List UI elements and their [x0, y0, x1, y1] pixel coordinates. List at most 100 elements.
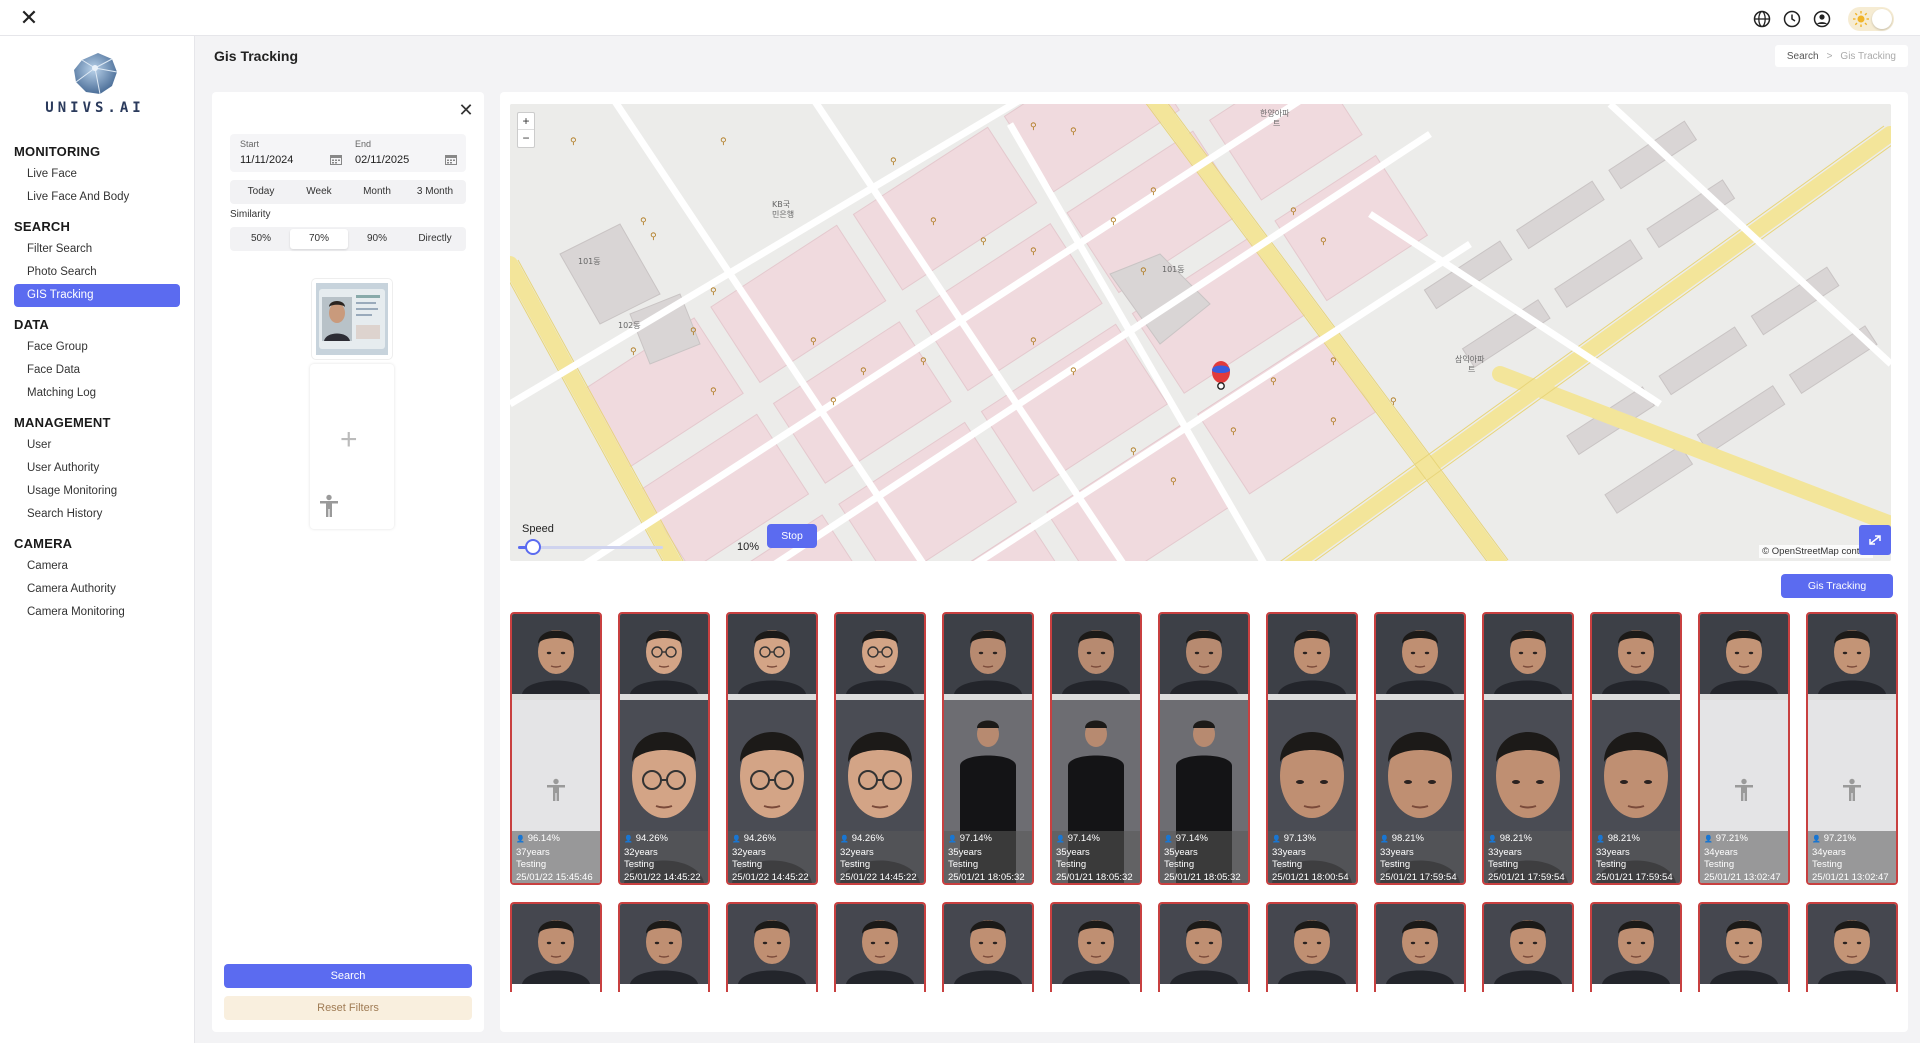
result-card[interactable]: 97.21%34yearsTesting25/01/21 13:02:47	[1806, 612, 1898, 885]
result-card[interactable]	[1482, 902, 1574, 992]
group-name: Testing	[1164, 859, 1195, 870]
sidebar-item-gis-tracking[interactable]: GIS Tracking	[14, 284, 180, 307]
sidebar-item-camera-authority[interactable]: Camera Authority	[14, 578, 180, 601]
similarity-option-50[interactable]: 50%	[232, 229, 290, 249]
result-info: 94.26%32yearsTesting25/01/22 14:45:22	[836, 831, 924, 883]
result-info: 96.14%37yearsTesting25/01/22 15:45:46	[512, 831, 600, 883]
result-card[interactable]	[1806, 902, 1898, 992]
query-photo-thumbnail[interactable]	[312, 279, 392, 359]
result-card[interactable]	[834, 902, 926, 992]
result-card[interactable]: 97.21%34yearsTesting25/01/21 13:02:47	[1698, 612, 1790, 885]
sidebar: UNIVS.AI MONITORING Live Face Live Face An…	[0, 36, 195, 1043]
search-button[interactable]: Search	[224, 964, 472, 988]
end-date-field[interactable]: End 02/11/2025	[345, 134, 466, 172]
close-icon[interactable]: ✕	[458, 101, 474, 119]
svg-text:⚲: ⚲	[1330, 357, 1337, 367]
sidebar-item-live-face[interactable]: Live Face	[14, 163, 180, 186]
close-icon[interactable]: ✕	[18, 7, 40, 29]
gis-tracking-button[interactable]: Gis Tracking	[1781, 574, 1893, 598]
top-bar-icons	[1752, 7, 1894, 31]
result-card[interactable]	[1698, 902, 1790, 992]
similarity-option-directly[interactable]: Directly	[406, 229, 464, 249]
sidebar-item-user-authority[interactable]: User Authority	[14, 457, 180, 480]
result-card[interactable]	[942, 902, 1034, 992]
result-card[interactable]: 98.21%33yearsTesting25/01/21 17:59:54	[1374, 612, 1466, 885]
start-date-value: 11/11/2024	[240, 154, 294, 166]
result-card[interactable]: 97.14%35yearsTesting25/01/21 18:05:32	[942, 612, 1034, 885]
logo-icon	[74, 53, 118, 95]
svg-text:⚲: ⚲	[630, 347, 637, 357]
stop-button[interactable]: Stop	[767, 524, 817, 548]
result-card[interactable]: 94.26%32yearsTesting25/01/22 14:45:22	[834, 612, 926, 885]
sidebar-item-live-face-and-body[interactable]: Live Face And Body	[14, 186, 180, 209]
svg-text:트: 트	[1273, 119, 1280, 128]
page-title: Gis Tracking	[214, 48, 299, 64]
end-date-label: End	[355, 139, 372, 149]
map-view[interactable]: ⚲ ⚲ ⚲ ⚲ ⚲ ⚲ ⚲ ⚲ ⚲ ⚲ ⚲ ⚲ ⚲ ⚲ ⚲ ⚲ ⚲ ⚲ ⚲ ⚲ ⚲ ⚲ ⚲ ⚲ ⚲ ⚲ ⚲ ⚲ ⚲ ⚲ ⚲ ⚲ …	[510, 104, 1891, 561]
result-card[interactable]	[1050, 902, 1142, 992]
reset-filters-button[interactable]: Reset Filters	[224, 996, 472, 1020]
result-card[interactable]	[1590, 902, 1682, 992]
range-option-3month[interactable]: 3 Month	[406, 182, 464, 202]
location-pin-icon[interactable]	[1209, 360, 1233, 390]
result-card[interactable]	[1266, 902, 1358, 992]
svg-text:⚲: ⚲	[860, 367, 867, 377]
result-card[interactable]: 97.14%35yearsTesting25/01/21 18:05:32	[1050, 612, 1142, 885]
similarity-score: 97.14%	[1164, 833, 1248, 847]
result-card[interactable]: 94.26%32yearsTesting25/01/22 14:45:22	[618, 612, 710, 885]
sidebar-item-face-group[interactable]: Face Group	[14, 336, 180, 359]
face-crop	[1808, 904, 1896, 984]
similarity-option-90[interactable]: 90%	[348, 229, 406, 249]
sidebar-item-search-history[interactable]: Search History	[14, 503, 180, 526]
range-option-today[interactable]: Today	[232, 182, 290, 202]
theme-toggle[interactable]	[1848, 7, 1894, 31]
plus-icon[interactable]: +	[340, 425, 358, 455]
group-name: Testing	[1596, 859, 1627, 870]
age-estimate: 34years	[1812, 846, 1846, 858]
calendar-icon[interactable]	[445, 154, 457, 165]
result-card[interactable]	[1158, 902, 1250, 992]
sidebar-item-user[interactable]: User	[14, 434, 180, 457]
result-card[interactable]	[618, 902, 710, 992]
logo[interactable]: UNIVS.AI	[40, 50, 150, 130]
result-card[interactable]: 94.26%32yearsTesting25/01/22 14:45:22	[726, 612, 818, 885]
sidebar-item-usage-monitoring[interactable]: Usage Monitoring	[14, 480, 180, 503]
range-option-week[interactable]: Week	[290, 182, 348, 202]
similarity-option-70[interactable]: 70%	[290, 229, 348, 249]
sidebar-item-face-data[interactable]: Face Data	[14, 359, 180, 382]
globe-icon[interactable]	[1752, 9, 1772, 29]
calendar-icon[interactable]	[330, 154, 342, 165]
breadcrumb-search[interactable]: Search	[1787, 51, 1819, 62]
zoom-in-button[interactable]: +	[518, 113, 534, 130]
sidebar-item-camera-monitoring[interactable]: Camera Monitoring	[14, 601, 180, 624]
result-card[interactable]: 98.21%33yearsTesting25/01/21 17:59:54	[1482, 612, 1574, 885]
result-card[interactable]: 97.14%35yearsTesting25/01/21 18:05:32	[1158, 612, 1250, 885]
sidebar-item-filter-search[interactable]: Filter Search	[14, 238, 180, 261]
sidebar-item-matching-log[interactable]: Matching Log	[14, 382, 180, 405]
fullscreen-button[interactable]	[1859, 525, 1891, 555]
result-card[interactable]	[726, 902, 818, 992]
svg-text:⚲: ⚲	[1130, 447, 1137, 457]
upload-body-photo-slot[interactable]: +	[310, 364, 394, 529]
result-card[interactable]	[1374, 902, 1466, 992]
group-name: Testing	[948, 859, 979, 870]
age-estimate: 35years	[948, 846, 982, 858]
svg-text:⚲: ⚲	[980, 237, 987, 247]
result-card[interactable]: 96.14%37yearsTesting25/01/22 15:45:46	[510, 612, 602, 885]
face-crop	[1808, 614, 1896, 694]
sidebar-item-photo-search[interactable]: Photo Search	[14, 261, 180, 284]
clock-icon[interactable]	[1782, 9, 1802, 29]
svg-text:KB국: KB국	[772, 200, 790, 209]
face-crop	[512, 614, 600, 694]
speed-slider-handle[interactable]	[524, 539, 541, 555]
svg-text:⚲: ⚲	[890, 157, 897, 167]
zoom-out-button[interactable]: −	[518, 130, 534, 147]
user-circle-icon[interactable]	[1812, 9, 1832, 29]
result-card[interactable]: 98.21%33yearsTesting25/01/21 17:59:54	[1590, 612, 1682, 885]
range-option-month[interactable]: Month	[348, 182, 406, 202]
result-card[interactable]	[510, 902, 602, 992]
result-card[interactable]: 97.13%33yearsTesting25/01/21 18:00:54	[1266, 612, 1358, 885]
map-attribution[interactable]: © OpenStreetMap contrib	[1759, 545, 1873, 558]
sidebar-item-camera[interactable]: Camera	[14, 555, 180, 578]
start-date-field[interactable]: Start 11/11/2024	[230, 134, 351, 172]
